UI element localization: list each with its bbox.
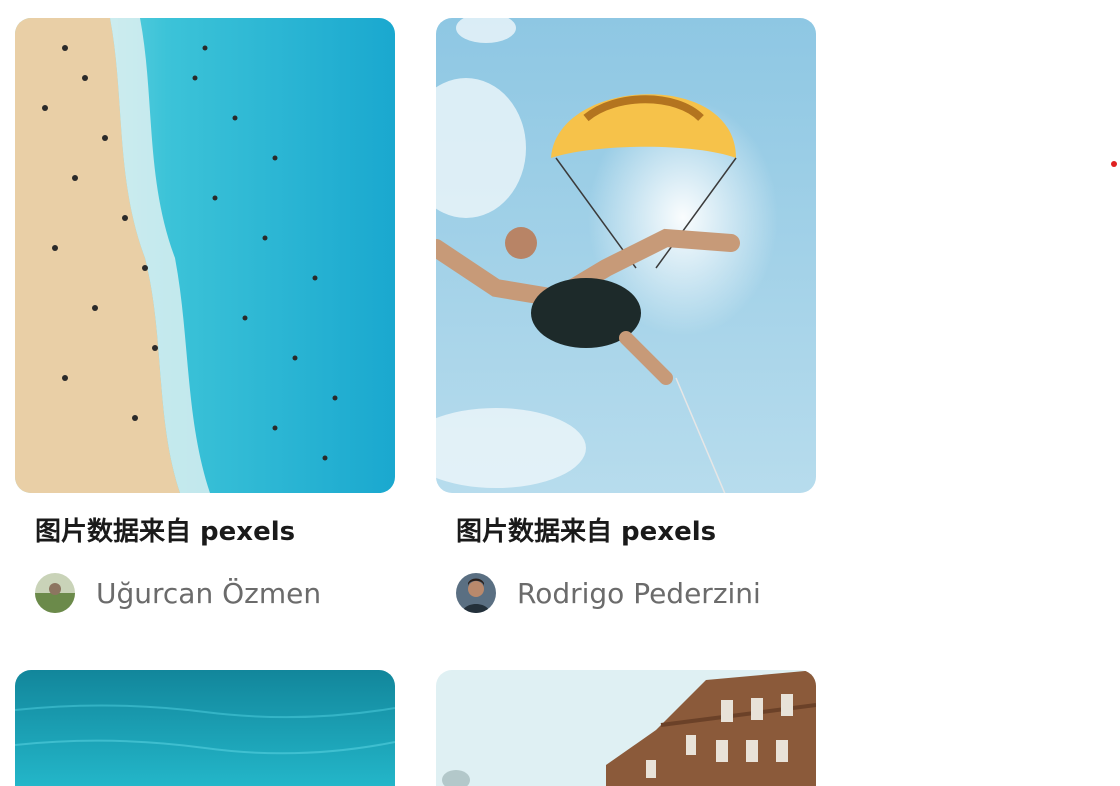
card-title: 图片数据来自 pexels (456, 517, 717, 547)
photo-card[interactable]: 图片数据来自 pexels Uğurcan Özmen (15, 18, 395, 613)
indicator-dot (1111, 161, 1117, 167)
avatar (456, 573, 496, 613)
photo-card[interactable]: 图片数据来自 pexels Rodrigo Pederzini (436, 18, 816, 613)
card-title: 图片数据来自 pexels (35, 517, 296, 547)
avatar (35, 573, 75, 613)
photo-feed: 图片数据来自 pexels Uğurcan Özmen 图片数据来自 pexel… (0, 0, 1120, 786)
author-name: Uğurcan Özmen (96, 576, 322, 610)
photo-ocean-surface[interactable] (15, 670, 395, 786)
author-row[interactable]: Uğurcan Özmen (35, 573, 395, 613)
author-row[interactable]: Rodrigo Pederzini (456, 573, 816, 613)
photo-building-facade[interactable] (436, 670, 816, 786)
photo-beach-aerial[interactable] (15, 18, 395, 493)
photo-card[interactable] (436, 670, 816, 786)
photo-parasailing[interactable] (436, 18, 816, 493)
photo-card[interactable] (15, 670, 395, 786)
author-name: Rodrigo Pederzini (517, 576, 761, 610)
